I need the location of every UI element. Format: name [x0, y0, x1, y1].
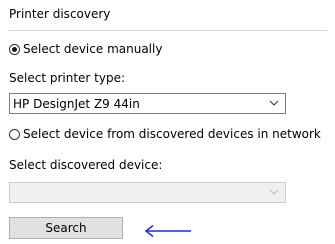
- printer-type-value: HP DesignJet Z9 44in: [13, 97, 140, 111]
- group-title: Printer discovery: [9, 7, 111, 21]
- search-button[interactable]: Search: [9, 217, 123, 239]
- printer-type-label: Select printer type:: [9, 71, 126, 85]
- printer-discovery-group-header: Printer discovery: [9, 6, 327, 31]
- left-arrow-icon: [144, 224, 191, 238]
- select-discovered-device-radio[interactable]: Select device from discovered devices in…: [9, 126, 321, 142]
- select-device-manually-radio[interactable]: Select device manually: [9, 41, 162, 57]
- select-device-manually-label: Select device manually: [23, 42, 163, 56]
- select-discovered-device-label: Select device from discovered devices in…: [23, 127, 321, 141]
- search-button-label: Search: [45, 221, 87, 235]
- radio-unselected-icon: [9, 128, 20, 140]
- printer-type-dropdown[interactable]: HP DesignJet Z9 44in: [9, 93, 286, 114]
- radio-selected-icon: [9, 43, 20, 55]
- discovered-device-label: Select discovered device:: [9, 158, 163, 172]
- chevron-down-icon: [269, 189, 279, 195]
- discovered-device-dropdown[interactable]: [9, 182, 286, 203]
- chevron-down-icon: [269, 100, 279, 106]
